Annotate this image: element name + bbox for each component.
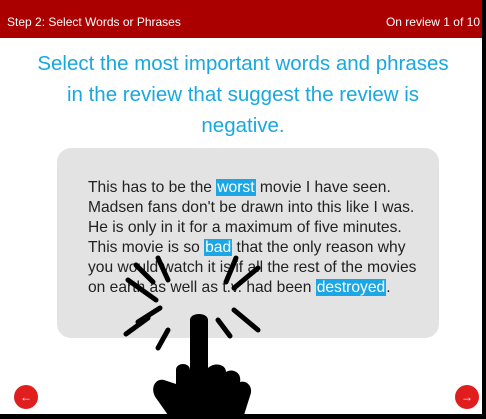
highlighted-phrase[interactable]: destroyed	[315, 279, 387, 296]
review-annotation-screen: Step 2: Select Words or Phrases On revie…	[0, 0, 482, 414]
arrow-right-icon: →	[461, 390, 473, 404]
arrow-left-icon: ←	[20, 390, 32, 404]
step-label: Step 2: Select Words or Phrases	[7, 15, 181, 29]
review-segment[interactable]: .	[386, 279, 390, 296]
previous-button[interactable]: ←	[14, 385, 38, 409]
highlighted-phrase[interactable]: worst	[216, 179, 256, 196]
top-bar: Step 2: Select Words or Phrases On revie…	[0, 0, 482, 38]
next-button[interactable]: →	[455, 385, 479, 409]
review-segment[interactable]: This has to be the	[88, 179, 216, 196]
progress-label: On review 1 of 10	[385, 15, 480, 29]
instruction-text: Select the most important words and phra…	[37, 52, 449, 137]
tap-hand-icon	[123, 255, 261, 414]
